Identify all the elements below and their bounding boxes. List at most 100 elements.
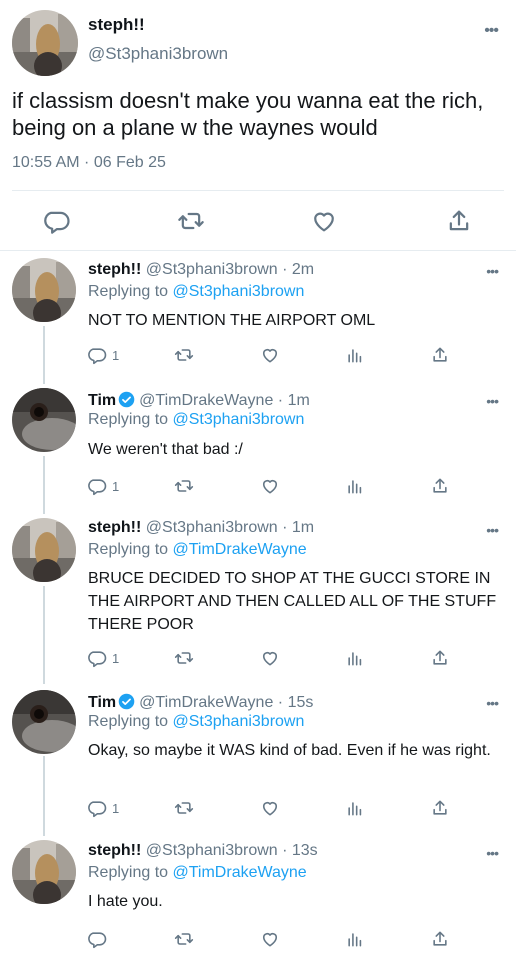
reply-button[interactable] — [88, 928, 108, 950]
analytics-button[interactable] — [345, 928, 365, 950]
replying-to-link[interactable]: @St3phani3brown — [173, 713, 305, 730]
replying-to-link[interactable]: @TimDrakeWayne — [173, 864, 307, 881]
share-icon — [433, 650, 447, 665]
avatar[interactable] — [12, 388, 76, 452]
avatar[interactable] — [12, 690, 76, 754]
verified-badge-icon — [118, 693, 135, 710]
reply-count: 1 — [112, 347, 120, 363]
display-name[interactable]: Tim — [88, 392, 116, 409]
like-button[interactable] — [260, 928, 280, 950]
retweet-button[interactable] — [174, 475, 194, 497]
reply-tweet[interactable]: steph!! @St3phani3brown · 1m ••• Replyin… — [0, 512, 516, 682]
share-icon[interactable] — [445, 207, 473, 235]
like-button[interactable] — [260, 797, 280, 819]
display-name[interactable]: steph!! — [88, 261, 141, 278]
reply-tweet[interactable]: steph!! @St3phani3brown · 2m ••• Replyin… — [0, 252, 516, 380]
heart-icon — [262, 479, 278, 494]
analytics-button[interactable] — [345, 344, 365, 366]
retweet-button[interactable] — [174, 344, 194, 366]
share-icon — [433, 347, 447, 362]
verified-badge-icon — [118, 391, 135, 408]
heart-icon — [262, 348, 278, 363]
reply-button[interactable]: 1 — [88, 797, 119, 819]
retweet-button[interactable] — [174, 797, 194, 819]
heart-icon[interactable] — [310, 207, 338, 235]
heart-icon — [262, 932, 278, 947]
retweet-icon — [174, 480, 194, 492]
handle-meta: @St3phani3brown · 13s — [145, 842, 318, 859]
share-button[interactable] — [430, 928, 450, 950]
replying-to-link[interactable]: @TimDrakeWayne — [173, 541, 307, 558]
analytics-button[interactable] — [345, 647, 365, 669]
replying-to-link[interactable]: @St3phani3brown — [173, 283, 305, 300]
replying-label: Replying to — [88, 713, 173, 730]
handle[interactable]: @St3phani3brown — [88, 44, 228, 64]
reply-button[interactable]: 1 — [88, 647, 119, 669]
like-button[interactable] — [260, 475, 280, 497]
retweet-icon — [174, 349, 194, 361]
analytics-icon — [348, 933, 362, 947]
reply-button[interactable]: 1 — [88, 475, 119, 497]
share-button[interactable] — [430, 475, 450, 497]
reply-icon — [88, 651, 107, 668]
analytics-icon — [348, 802, 362, 816]
retweet-button[interactable] — [174, 647, 194, 669]
reply-icon — [88, 932, 107, 949]
reply-tweet[interactable]: Tim @TimDrakeWayne · 1m ••• Replying to @… — [0, 382, 516, 510]
reply-count: 1 — [112, 800, 120, 816]
timestamp[interactable]: 10:55 AM · 06 Feb 25 — [12, 154, 166, 172]
reply-icon — [88, 801, 107, 818]
avatar[interactable] — [12, 258, 76, 322]
handle-meta: @TimDrakeWayne · 1m — [139, 392, 310, 409]
handle-meta: @St3phani3brown · 2m — [145, 261, 315, 278]
avatar[interactable] — [12, 10, 78, 76]
share-button[interactable] — [430, 797, 450, 819]
reply-text: NOT TO MENTION THE AIRPORT OML — [88, 312, 376, 329]
analytics-icon — [348, 652, 362, 666]
share-button[interactable] — [430, 647, 450, 669]
display-name[interactable]: steph!! — [88, 842, 141, 859]
retweet-button[interactable] — [174, 928, 194, 950]
replying-to-link[interactable]: @St3phani3brown — [173, 411, 305, 428]
retweet-icon — [174, 802, 194, 814]
like-button[interactable] — [260, 344, 280, 366]
more-icon[interactable]: ••• — [486, 263, 499, 279]
reply-icon — [88, 479, 107, 496]
more-icon[interactable]: ••• — [486, 393, 499, 409]
more-icon[interactable]: ••• — [486, 695, 499, 711]
reply-tweet[interactable]: steph!! @St3phani3brown · 13s ••• Replyi… — [0, 834, 516, 960]
share-button[interactable] — [430, 344, 450, 366]
reply-tweet[interactable]: Tim @TimDrakeWayne · 15s ••• Replying to … — [0, 684, 516, 832]
reply-count: 1 — [112, 650, 120, 666]
display-name[interactable]: steph!! — [88, 15, 145, 35]
main-tweet: steph!! @St3phani3brown ••• if classism … — [0, 0, 516, 251]
replying-label: Replying to — [88, 411, 173, 428]
reply-icon[interactable] — [44, 207, 72, 235]
avatar[interactable] — [12, 840, 76, 904]
replying-label: Replying to — [88, 864, 173, 881]
handle-meta: @St3phani3brown · 1m — [145, 519, 315, 536]
analytics-button[interactable] — [345, 475, 365, 497]
more-icon[interactable]: ••• — [484, 22, 499, 40]
handle-meta: @TimDrakeWayne · 15s — [139, 694, 314, 711]
heart-icon — [262, 801, 278, 816]
reply-text: I hate you. — [88, 893, 163, 910]
analytics-button[interactable] — [345, 797, 365, 819]
tweet-text: if classism doesn't make you wanna eat t… — [12, 88, 484, 140]
reply-text: We weren't that bad :/ — [88, 441, 243, 458]
retweet-icon — [174, 933, 194, 945]
heart-icon — [262, 651, 278, 666]
display-name[interactable]: steph!! — [88, 519, 141, 536]
display-name[interactable]: Tim — [88, 694, 116, 711]
divider — [12, 190, 504, 191]
reply-text: Okay, so maybe it WAS kind of bad. Even … — [88, 742, 491, 759]
replying-label: Replying to — [88, 283, 173, 300]
like-button[interactable] — [260, 647, 280, 669]
more-icon[interactable]: ••• — [486, 845, 499, 861]
replying-label: Replying to — [88, 541, 173, 558]
avatar[interactable] — [12, 518, 76, 582]
analytics-icon — [348, 349, 362, 363]
reply-button[interactable]: 1 — [88, 344, 119, 366]
retweet-icon[interactable] — [177, 207, 205, 235]
more-icon[interactable]: ••• — [486, 522, 499, 538]
